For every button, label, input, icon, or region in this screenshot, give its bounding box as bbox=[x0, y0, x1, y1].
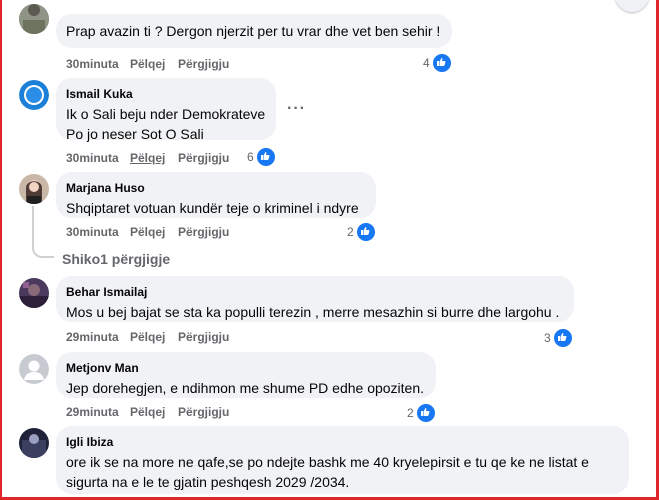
more-options-icon[interactable]: ··· bbox=[287, 100, 306, 118]
like-link[interactable]: Pëlqej bbox=[130, 151, 165, 165]
like-link[interactable]: Pëlqej bbox=[130, 57, 165, 71]
avatar[interactable] bbox=[19, 278, 49, 308]
reaction-number: 2 bbox=[347, 225, 354, 239]
reaction-count[interactable]: 4 bbox=[423, 53, 452, 73]
comment-author[interactable]: Behar Ismailaj bbox=[66, 284, 564, 300]
avatar[interactable] bbox=[19, 80, 49, 110]
comment-author[interactable]: Ismail Kuka bbox=[66, 86, 266, 102]
top-corner-button[interactable] bbox=[615, 0, 649, 12]
reaction-count[interactable]: 2 bbox=[347, 222, 376, 242]
reply-link[interactable]: Përgjigju bbox=[178, 330, 229, 344]
comment-bubble: Marjana Huso Shqiptaret votuan kundër te… bbox=[56, 172, 376, 218]
comment-time[interactable]: 30minuta bbox=[66, 57, 119, 71]
like-icon bbox=[431, 53, 452, 73]
view-replies-link[interactable]: Shiko1 përgjigje bbox=[62, 251, 170, 267]
avatar[interactable] bbox=[19, 354, 49, 384]
like-link[interactable]: Pëlqej bbox=[130, 330, 165, 344]
like-icon bbox=[415, 403, 436, 423]
comment-text: Mos u bej bajat se sta ka populli terezi… bbox=[66, 304, 560, 320]
reaction-number: 4 bbox=[423, 56, 430, 70]
reaction-count[interactable]: 3 bbox=[544, 328, 573, 348]
like-icon bbox=[355, 222, 376, 242]
comment-time[interactable]: 30minuta bbox=[66, 151, 119, 165]
reaction-count[interactable]: 2 bbox=[407, 403, 436, 423]
reply-link[interactable]: Përgjigju bbox=[178, 225, 229, 239]
comment-author[interactable]: Igli Ibiza bbox=[66, 434, 619, 450]
comment-text: Ik o Sali beju nder Demokrateve bbox=[66, 106, 266, 122]
like-link[interactable]: Pëlqej bbox=[130, 405, 165, 419]
avatar[interactable] bbox=[19, 174, 49, 204]
reply-link[interactable]: Përgjigju bbox=[178, 57, 229, 71]
reaction-number: 2 bbox=[407, 406, 414, 420]
comment-bubble: Metjonv Man Jep dorehegjen, e ndihmon me… bbox=[56, 352, 436, 398]
comment-bubble: Igli Ibiza ore ik se na more ne qafe,se … bbox=[56, 426, 629, 494]
comment-text: Jep dorehegjen, e ndihmon me shume PD ed… bbox=[66, 380, 425, 396]
comment-time[interactable]: 29minuta bbox=[66, 405, 119, 419]
comment-time[interactable]: 30minuta bbox=[66, 225, 119, 239]
reply-link[interactable]: Përgjigju bbox=[178, 151, 229, 165]
comment-text: sigurta na e le te gjatin peshqesh 2029 … bbox=[66, 474, 350, 490]
reaction-number: 3 bbox=[544, 331, 551, 345]
reaction-count[interactable]: 6 bbox=[247, 147, 276, 167]
comment-text: Shqiptaret votuan kundër teje o kriminel… bbox=[66, 200, 359, 216]
thread-line bbox=[32, 206, 34, 248]
comment-bubble: Behar Ismailaj Mos u bej bajat se sta ka… bbox=[56, 276, 574, 322]
avatar[interactable] bbox=[19, 4, 49, 34]
thread-elbow bbox=[32, 246, 54, 258]
like-link[interactable]: Pëlqej bbox=[130, 225, 165, 239]
reply-link[interactable]: Përgjigju bbox=[178, 405, 229, 419]
comment-text: Po jo neser Sot O Sali bbox=[66, 126, 204, 142]
comment-time[interactable]: 29minuta bbox=[66, 330, 119, 344]
comment-text: ore ik se na more ne qafe,se po ndejte b… bbox=[66, 454, 589, 470]
comment-text: Prap avazin ti ? Dergon njerzit per tu v… bbox=[66, 23, 441, 39]
avatar[interactable] bbox=[19, 428, 49, 458]
comment-author[interactable]: Metjonv Man bbox=[66, 360, 426, 376]
frame-left bbox=[0, 0, 2, 500]
like-icon bbox=[255, 147, 276, 167]
comment-bubble: Prap avazin ti ? Dergon njerzit per tu v… bbox=[56, 14, 452, 48]
like-icon bbox=[552, 328, 573, 348]
reaction-number: 6 bbox=[247, 150, 254, 164]
comment-author[interactable]: Marjana Huso bbox=[66, 180, 366, 196]
comment-bubble: Ismail Kuka Ik o Sali beju nder Demokrat… bbox=[56, 78, 276, 142]
